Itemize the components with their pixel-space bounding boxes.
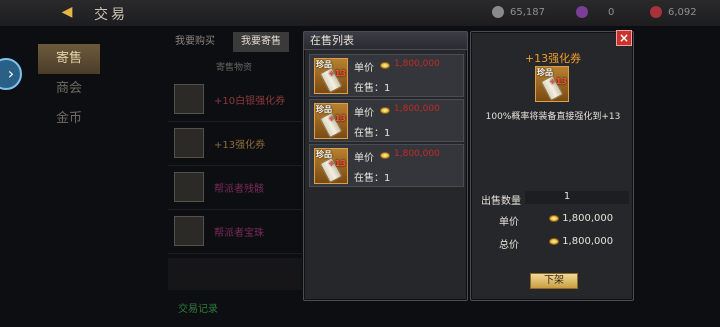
currency-gem: 0: [576, 6, 614, 18]
stock-label: 在售：1: [354, 83, 391, 94]
price-label: 单价: [354, 108, 374, 119]
item-description: 100%概率将装备直接强化到+13: [485, 112, 621, 122]
consign-list-header: 寄售物资: [216, 63, 253, 73]
enhance-scroll-icon: 珍品 +13: [314, 148, 348, 184]
gold-coin-icon: [549, 237, 559, 245]
item-label: 帮派者宝珠: [214, 228, 264, 239]
item-thumbnail: [174, 172, 204, 202]
price-value: 1,800,000: [394, 104, 440, 114]
delist-button[interactable]: 下架: [530, 273, 578, 289]
item-thumbnail: [174, 84, 204, 114]
total-price-label: 总价: [499, 240, 519, 251]
enhance-level: +13: [328, 159, 346, 168]
enhance-level: +13: [328, 69, 346, 78]
page-title: 交易: [94, 7, 128, 23]
stock-label: 在售：1: [354, 128, 391, 139]
quantity-label: 出售数量: [481, 196, 521, 207]
panel-title: 在售列表: [304, 32, 467, 50]
item-name: +13强化券: [524, 52, 582, 65]
enhance-scroll-icon: 珍品 +13: [535, 66, 569, 102]
gold-coin-icon: [380, 152, 390, 159]
price-value: 1,800,000: [394, 59, 440, 69]
price-value: 1,800,000: [394, 149, 440, 159]
side-item-gold[interactable]: 金币: [38, 104, 100, 134]
gold-coin-icon: [380, 62, 390, 69]
on-sale-list-panel: 在售列表 珍品 +13 单价 1,800,000 在售：1 珍品 +13 单价 …: [303, 31, 468, 301]
currency-ticket: 6,092: [650, 6, 697, 18]
expand-arrow-icon[interactable]: ›: [0, 58, 22, 90]
listing-row[interactable]: 珍品 +13 单价 1,800,000 在售：1: [309, 54, 464, 97]
currency-silver: 65,187: [492, 6, 545, 18]
close-icon[interactable]: ×: [616, 30, 632, 46]
quantity-field: 1: [525, 191, 629, 204]
gold-coin-icon: [380, 107, 390, 114]
enhance-scroll-icon: 珍品 +13: [314, 103, 348, 139]
purple-gem-icon: [576, 6, 588, 18]
back-arrow-icon[interactable]: ◀: [56, 4, 78, 20]
consign-list-footer-area: [168, 258, 302, 290]
total-price-field: 1,800,000: [549, 236, 613, 247]
tab-buy[interactable]: 我要购买: [175, 32, 215, 52]
enhance-level: +13: [328, 114, 346, 123]
item-label: 帮派者残骸: [214, 184, 264, 195]
unit-price-field: 1,800,000: [549, 213, 613, 224]
listing-row[interactable]: 珍品 +13 单价 1,800,000 在售：1: [309, 99, 464, 142]
gold-coin-icon: [549, 214, 559, 222]
item-thumbnail: [174, 216, 204, 246]
red-ticket-icon: [650, 6, 662, 18]
item-label: +13强化券: [214, 140, 266, 151]
price-label: 单价: [354, 63, 374, 74]
side-item-consign[interactable]: 寄售: [38, 44, 100, 74]
enhance-level: +13: [549, 77, 567, 86]
listing-row[interactable]: 珍品 +13 单价 1,800,000 在售：1: [309, 144, 464, 187]
silver-coin-icon: [492, 6, 504, 18]
list-item[interactable]: +13强化券: [168, 122, 302, 166]
trade-history-link[interactable]: 交易记录: [178, 300, 218, 315]
stock-label: 在售：1: [354, 173, 391, 184]
list-item[interactable]: +10白银强化券: [168, 78, 302, 122]
list-item[interactable]: 帮派者宝珠: [168, 210, 302, 254]
tab-bar: 我要购买 我要寄售: [163, 32, 303, 52]
side-item-guild[interactable]: 商会: [38, 74, 100, 104]
unit-price-label: 单价: [499, 217, 519, 228]
enhance-scroll-icon: 珍品 +13: [314, 58, 348, 94]
side-menu: 寄售 商会 金币: [38, 44, 100, 134]
item-thumbnail: [174, 128, 204, 158]
list-item[interactable]: 帮派者残骸: [168, 166, 302, 210]
consign-list: 寄售物资 +10白银强化券 +13强化券 帮派者残骸 帮派者宝珠: [168, 58, 302, 254]
item-detail-panel: +13强化券 珍品 +13 100%概率将装备直接强化到+13 出售数量 1 单…: [470, 31, 634, 301]
item-label: +10白银强化券: [214, 96, 286, 107]
price-label: 单价: [354, 153, 374, 164]
tab-sell[interactable]: 我要寄售: [233, 32, 289, 52]
